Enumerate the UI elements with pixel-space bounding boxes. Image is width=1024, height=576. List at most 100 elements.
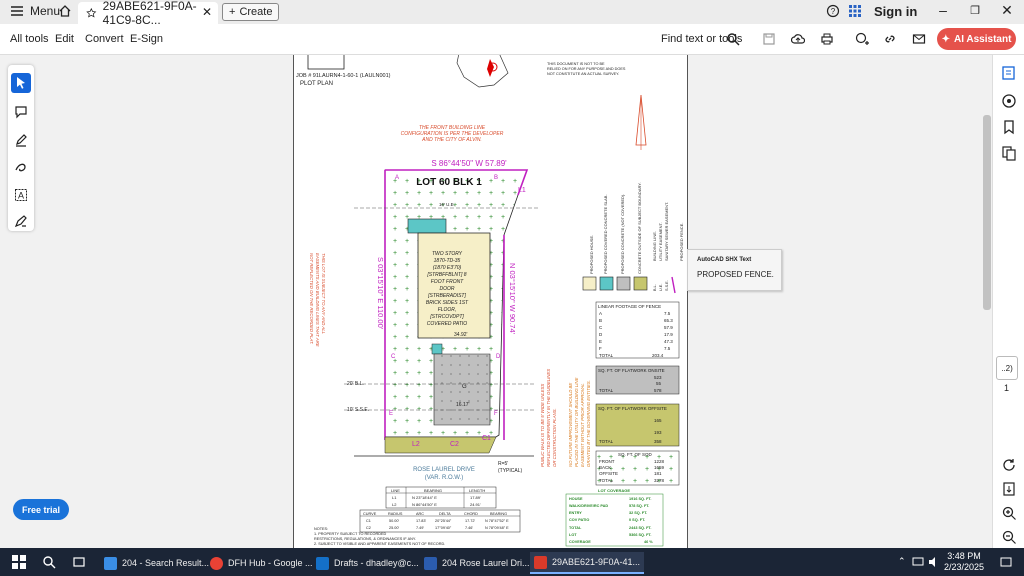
highlight-tool[interactable] bbox=[11, 130, 31, 150]
pages-icon[interactable] bbox=[1001, 145, 1017, 161]
drive-dim: 16.17' bbox=[456, 402, 470, 408]
table-cell: 65.3 bbox=[664, 318, 673, 323]
table-cell: 17.9 bbox=[664, 332, 673, 337]
table-cell: 50.00' bbox=[389, 519, 400, 523]
legend: PROPOSED HOUSE. PROPOSED COVERED CONCRET… bbox=[589, 182, 684, 274]
svg-text:?: ? bbox=[831, 7, 836, 16]
vertical-scrollbar[interactable] bbox=[982, 55, 992, 548]
table-cell: L1 bbox=[392, 495, 397, 500]
close-tab-icon[interactable]: ✕ bbox=[202, 5, 212, 19]
scroll-thumb[interactable] bbox=[983, 115, 991, 310]
menu-label: Menu bbox=[30, 4, 61, 18]
entry-slab bbox=[431, 343, 443, 355]
taskbar-app-chrome[interactable]: DFH Hub - Google ... bbox=[210, 552, 313, 574]
task-view-icon[interactable] bbox=[72, 555, 86, 569]
edit-pdf-icon[interactable] bbox=[1001, 65, 1017, 81]
sign-tool[interactable] bbox=[11, 211, 31, 231]
signature-icon bbox=[14, 215, 27, 228]
home-icon[interactable] bbox=[58, 4, 72, 18]
table-cell: 57.9 bbox=[664, 325, 673, 330]
apps-grid-icon[interactable] bbox=[848, 4, 862, 18]
taskbar-app-word[interactable]: 204 Rose Laurel Dri... bbox=[424, 552, 530, 574]
tray-chevron-icon[interactable]: ⌃ bbox=[898, 556, 906, 567]
table-cell: 32 SQ. FT. bbox=[629, 511, 647, 515]
legend-label: PROPOSED COVERED CONCRETE SLAB. bbox=[603, 194, 608, 274]
minimize-icon[interactable]: – bbox=[928, 2, 958, 18]
select-tool[interactable] bbox=[11, 73, 31, 93]
table-header: BEARING bbox=[490, 512, 507, 516]
document-tab-title: 29ABE621-9F0A-41C9-8C... bbox=[102, 0, 197, 27]
taskbar-app-label: Drafts - dhadley@c... bbox=[334, 558, 419, 568]
draw-tool[interactable] bbox=[11, 158, 31, 178]
edit-menu[interactable]: Edit bbox=[55, 33, 74, 45]
sign-in-link[interactable]: Sign in bbox=[874, 4, 917, 19]
house-text: [STRCOVDPT] bbox=[429, 314, 464, 320]
fence-letter: C bbox=[391, 354, 396, 360]
improvement-note-line: GRANTED BY THE GOVERNING ENTITIES. bbox=[586, 380, 591, 467]
star-icon[interactable] bbox=[86, 6, 97, 20]
restore-icon[interactable]: ❐ bbox=[960, 4, 990, 17]
easement-note-line: EASEMENTS AND BUILDING LINES THAT ARE bbox=[315, 253, 320, 347]
email-icon[interactable] bbox=[912, 32, 926, 46]
house-text: COVERED PATIO bbox=[427, 321, 467, 327]
ue-dim: 16' U.E. bbox=[439, 202, 455, 207]
share-user-icon[interactable] bbox=[855, 32, 869, 46]
clock-time: 3:48 PM bbox=[947, 551, 981, 561]
texas-logo bbox=[456, 55, 509, 88]
menu-button[interactable]: Menu bbox=[10, 4, 60, 18]
document-tab[interactable]: 29ABE621-9F0A-41C9-8C... ✕ bbox=[78, 0, 218, 27]
volume-icon[interactable] bbox=[928, 556, 940, 568]
save-page-icon[interactable] bbox=[1001, 481, 1017, 497]
cursor-icon bbox=[17, 77, 25, 89]
convert-menu[interactable]: Convert bbox=[85, 33, 124, 45]
table-header: LINE bbox=[391, 488, 400, 493]
text-tool[interactable]: A bbox=[11, 185, 31, 205]
save-icon[interactable] bbox=[762, 32, 776, 46]
bookmark-icon[interactable] bbox=[1001, 119, 1017, 135]
table-cell: N 78°09'48" E bbox=[485, 526, 509, 530]
curve-table: CURVE RADIUS ARC DELTA CHORD BEARING C1 5… bbox=[359, 509, 521, 533]
search-icon[interactable] bbox=[726, 32, 740, 46]
taskbar-app-outlook[interactable]: Drafts - dhadley@c... bbox=[316, 552, 419, 574]
link-icon[interactable] bbox=[883, 32, 897, 46]
notes-line: RESTRICTIONS, REGULATIONS, & ORDINANCES … bbox=[314, 537, 416, 541]
table-cell: FRONT bbox=[599, 459, 615, 464]
comments-panel-icon[interactable] bbox=[1001, 93, 1017, 109]
zoom-in-icon[interactable] bbox=[1001, 505, 1017, 521]
search-icon[interactable] bbox=[42, 555, 56, 569]
svg-text:A: A bbox=[18, 191, 24, 201]
notes-line: 1. PROPERTY SUBJECT TO RECORDED bbox=[314, 532, 386, 536]
all-tools-menu[interactable]: All tools bbox=[10, 33, 49, 45]
taskbar-app-acrobat[interactable]: 29ABE621-9F0A-41... bbox=[530, 552, 645, 574]
free-trial-button[interactable]: Free trial bbox=[13, 499, 69, 520]
fence-letter: D bbox=[496, 354, 501, 360]
page-number-input[interactable]: ..2) bbox=[996, 356, 1018, 380]
print-icon[interactable] bbox=[820, 32, 834, 46]
house-text: [STRBERADIST] bbox=[427, 293, 466, 299]
table-cell: COVERAGE bbox=[569, 540, 591, 544]
folder-icon bbox=[104, 556, 117, 570]
taskbar-app-files[interactable]: 204 - Search Result... bbox=[104, 552, 209, 574]
system-clock[interactable]: 3:48 PM 2/23/2025 bbox=[944, 551, 984, 573]
page-total: 1 bbox=[1004, 383, 1010, 393]
create-button[interactable]: + Create bbox=[222, 3, 280, 21]
zoom-out-icon[interactable] bbox=[1001, 529, 1017, 545]
close-window-icon[interactable]: ✕ bbox=[992, 2, 1022, 19]
comment-tool[interactable] bbox=[11, 102, 31, 122]
refresh-icon[interactable] bbox=[1001, 457, 1017, 473]
network-icon[interactable] bbox=[912, 556, 924, 568]
windows-start-icon[interactable] bbox=[12, 555, 26, 569]
table-cell: 578 bbox=[654, 388, 662, 393]
bearing-table: LINE BEARING LENGTH L1 N 23°18'44" E 17.89… bbox=[385, 486, 497, 509]
help-icon[interactable]: ? bbox=[826, 4, 840, 18]
table-cell: TOTAL bbox=[599, 439, 614, 444]
ai-assistant-button[interactable]: ✦ AI Assistant bbox=[937, 28, 1016, 50]
esign-menu[interactable]: E-Sign bbox=[130, 33, 163, 45]
line-label: C1 bbox=[482, 435, 491, 442]
cloud-upload-icon[interactable] bbox=[791, 32, 805, 46]
notification-icon[interactable] bbox=[1000, 556, 1012, 568]
flatwork-onsite-table: SQ. FT. OF FLATWORK ONSITE 523 55 TOTAL 5… bbox=[595, 365, 680, 395]
table-cell: 181 bbox=[654, 471, 662, 476]
table-cell: LOT bbox=[569, 533, 577, 537]
house-text: 1870-TD-35 bbox=[434, 258, 461, 264]
